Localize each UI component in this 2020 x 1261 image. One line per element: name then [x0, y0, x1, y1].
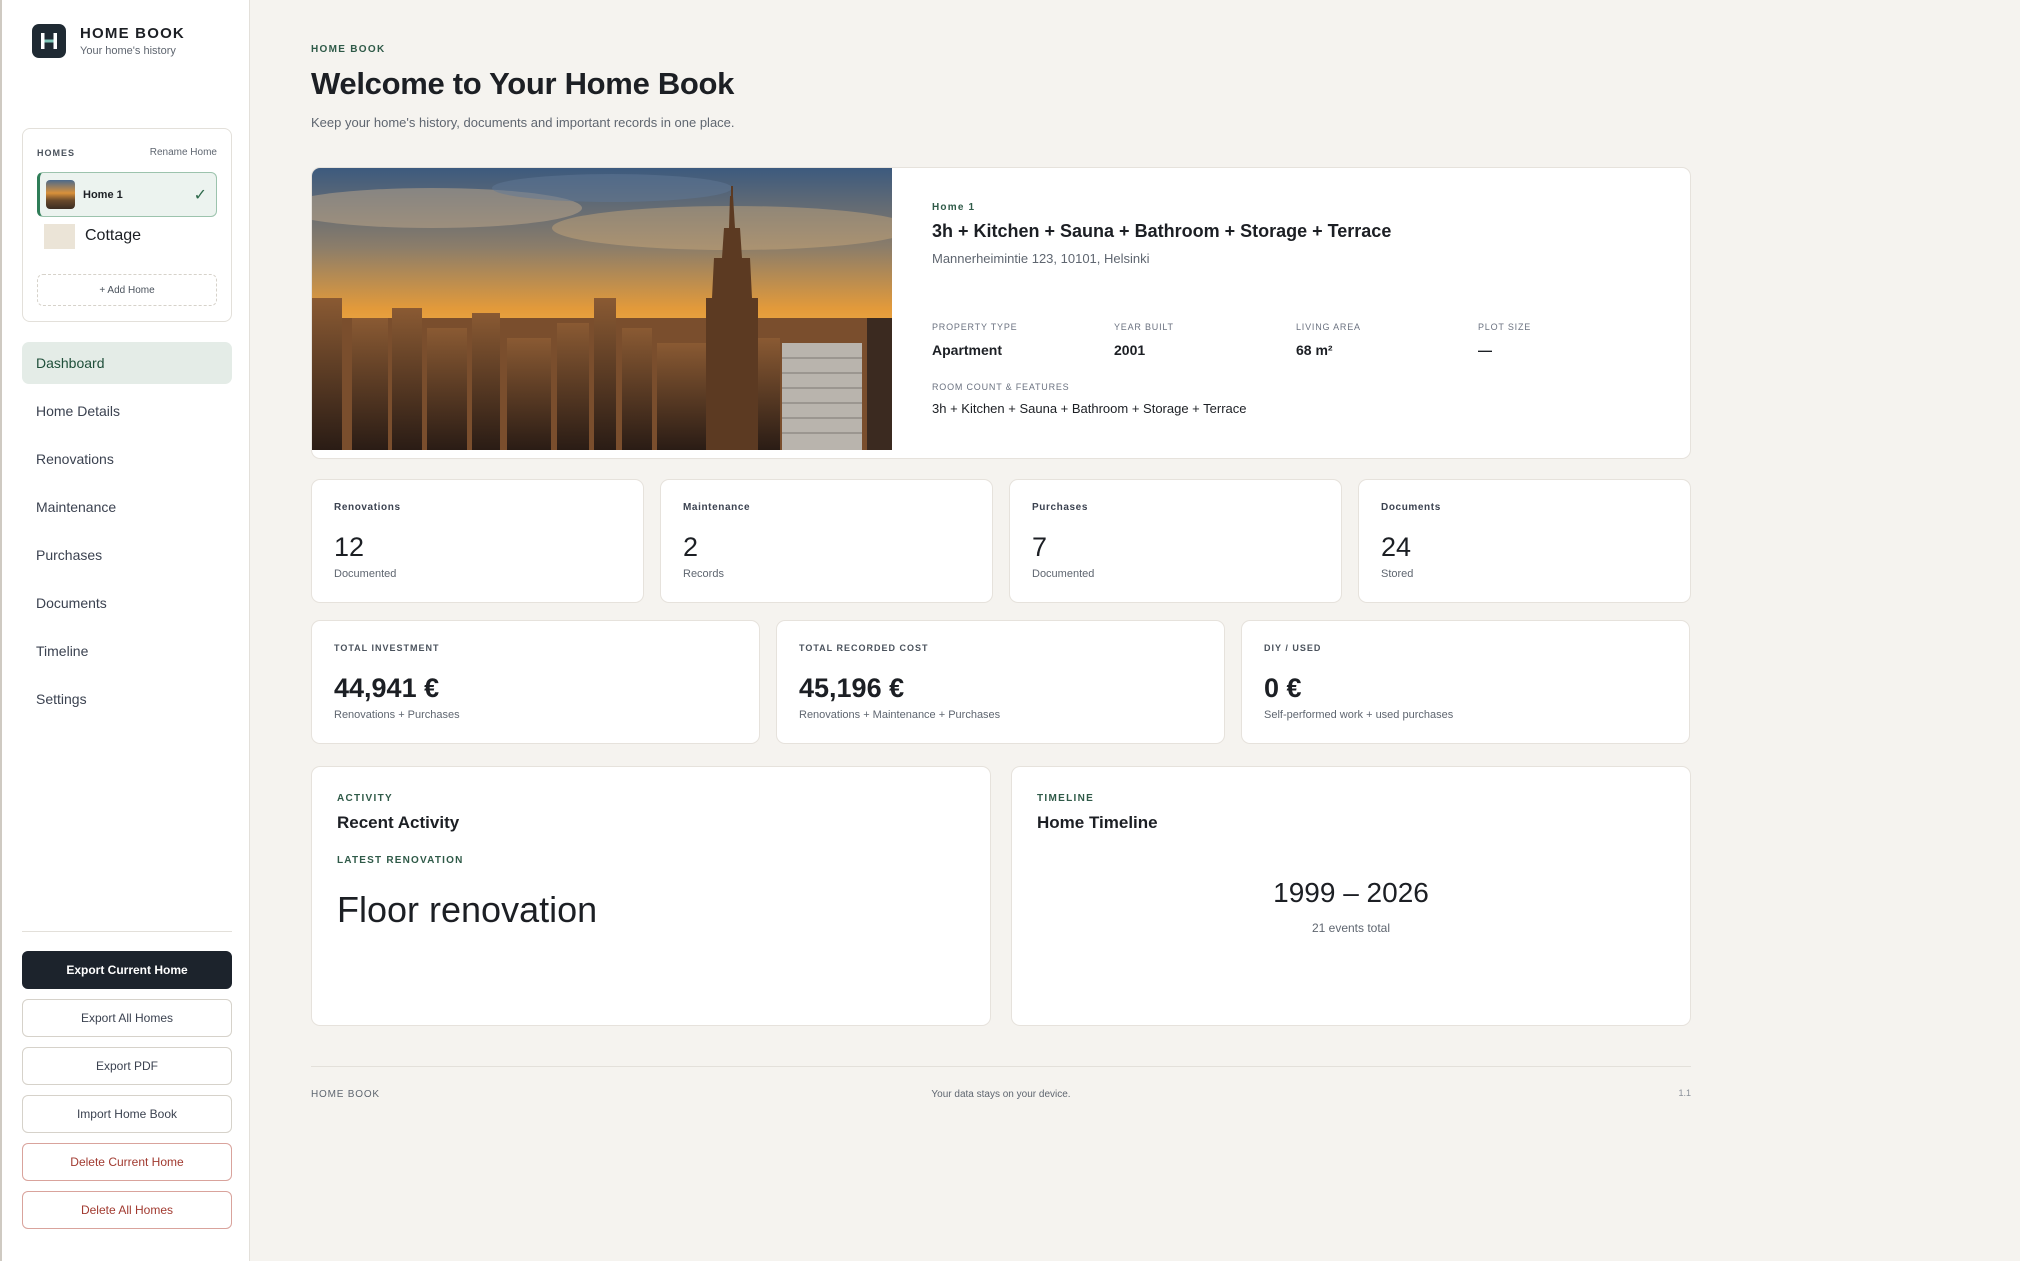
home-thumbnail	[46, 180, 75, 209]
check-icon: ✓	[193, 187, 207, 204]
brand-title: HOME BOOK	[80, 25, 185, 42]
stat-label: Purchases	[1032, 502, 1088, 513]
stat-card-documents[interactable]: Documents 24 Stored	[1358, 479, 1691, 603]
home-timeline-panel[interactable]: TIMELINE Home Timeline 1999 – 2026 21 ev…	[1011, 766, 1691, 1026]
stat-label: Documents	[1381, 502, 1441, 513]
home-overview-card: Home 1 3h + Kitchen + Sauna + Bathroom +…	[311, 167, 1691, 459]
main-nav: Dashboard Home Details Renovations Maint…	[22, 342, 232, 726]
footer-version: 1.1	[1678, 1088, 1691, 1098]
delete-current-home-button[interactable]: Delete Current Home	[22, 1143, 232, 1181]
recent-activity-panel[interactable]: ACTIVITY Recent Activity LATEST RENOVATI…	[311, 766, 991, 1026]
home-tag: Home 1	[932, 202, 976, 213]
home-name: Cottage	[85, 227, 142, 244]
total-investment-card: TOTAL INVESTMENT 44,941 € Renovations + …	[311, 620, 760, 744]
fact-value: 68 m²	[1296, 342, 1333, 358]
stat-caption: Records	[683, 568, 724, 580]
add-home-button[interactable]: + Add Home	[37, 274, 217, 306]
fact-value: 2001	[1114, 342, 1146, 358]
nav-item-settings[interactable]: Settings	[22, 678, 232, 720]
home-name: Home 1	[83, 188, 123, 201]
home-address: Mannerheimintie 123, 10101, Helsinki	[932, 251, 1150, 266]
stat-card-maintenance[interactable]: Maintenance 2 Records	[660, 479, 993, 603]
nav-item-purchases[interactable]: Purchases	[22, 534, 232, 576]
home-facts: PROPERTY TYPE Apartment YEAR BUILT 2001 …	[932, 322, 1660, 358]
stat-label: Renovations	[334, 502, 401, 513]
home-photo	[312, 168, 892, 450]
nav-item-timeline[interactable]: Timeline	[22, 630, 232, 672]
fact-plot-size: PLOT SIZE —	[1478, 322, 1660, 358]
page-eyebrow: HOME BOOK	[311, 44, 386, 55]
fact-property-type: PROPERTY TYPE Apartment	[932, 322, 1114, 358]
nav-item-renovations[interactable]: Renovations	[22, 438, 232, 480]
nav-item-dashboard[interactable]: Dashboard	[22, 342, 232, 384]
activity-eyebrow: ACTIVITY	[337, 793, 393, 804]
timeline-event-count: 21 events total	[1311, 921, 1391, 935]
delete-all-homes-button[interactable]: Delete All Homes	[22, 1191, 232, 1229]
fact-value: Apartment	[932, 342, 1003, 358]
stat-caption: Stored	[1381, 568, 1414, 580]
city-skyline-photo-icon	[312, 168, 892, 450]
home-item-home-1[interactable]: Home 1 ✓	[37, 172, 217, 217]
fact-label: YEAR BUILT	[1114, 322, 1174, 332]
homes-label: HOMES	[37, 147, 76, 158]
stat-caption: Documented	[334, 568, 397, 580]
fact-year-built: YEAR BUILT 2001	[1114, 322, 1296, 358]
fact-label: PROPERTY TYPE	[932, 322, 1018, 332]
stat-card-purchases[interactable]: Purchases 7 Documented	[1009, 479, 1342, 603]
page-title: Welcome to Your Home Book	[311, 66, 735, 101]
stat-label: Maintenance	[683, 502, 751, 513]
money-label: TOTAL RECORDED COST	[799, 643, 929, 653]
rename-home-link[interactable]: Rename Home	[150, 147, 217, 158]
fact-label: LIVING AREA	[1296, 322, 1361, 332]
money-value: 45,196 €	[799, 673, 905, 703]
export-all-homes-button[interactable]: Export All Homes	[22, 999, 232, 1037]
data-actions: Export Current Home Export All Homes Exp…	[22, 951, 232, 1239]
money-caption: Renovations + Purchases	[334, 709, 460, 721]
timeline-range: 1999 – 2026	[1273, 877, 1429, 908]
stat-value: 7	[1032, 532, 1048, 562]
money-label: DIY / USED	[1264, 643, 1322, 653]
features-label: ROOM COUNT & FEATURES	[932, 382, 1070, 392]
nav-item-home-details[interactable]: Home Details	[22, 390, 232, 432]
timeline-title: Home Timeline	[1037, 813, 1158, 832]
fact-label: PLOT SIZE	[1478, 322, 1532, 332]
home-item-cottage[interactable]: Cottage	[37, 219, 217, 253]
home-title: 3h + Kitchen + Sauna + Bathroom + Storag…	[932, 221, 1392, 241]
total-recorded-cost-card: TOTAL RECORDED COST 45,196 € Renovations…	[776, 620, 1225, 744]
stat-caption: Documented	[1032, 568, 1095, 580]
import-home-book-button[interactable]: Import Home Book	[22, 1095, 232, 1133]
latest-renovation-value: Floor renovation	[337, 889, 598, 930]
money-value: 44,941 €	[334, 673, 440, 703]
footer-divider	[311, 1066, 1691, 1067]
money-label: TOTAL INVESTMENT	[334, 643, 440, 653]
page-subtitle: Keep your home's history, documents and …	[311, 115, 735, 130]
money-value: 0 €	[1264, 673, 1302, 703]
export-current-home-button[interactable]: Export Current Home	[22, 951, 232, 989]
stat-value: 24	[1381, 532, 1412, 562]
money-caption: Self-performed work + used purchases	[1264, 709, 1454, 721]
diy-used-card: DIY / USED 0 € Self-performed work + use…	[1241, 620, 1690, 744]
export-pdf-button[interactable]: Export PDF	[22, 1047, 232, 1085]
fact-living-area: LIVING AREA 68 m²	[1296, 322, 1478, 358]
nav-item-maintenance[interactable]: Maintenance	[22, 486, 232, 528]
home-thumbnail-placeholder	[44, 223, 75, 249]
footer-privacy-note: Your data stays on your device.	[931, 1089, 1071, 1100]
timeline-eyebrow: TIMELINE	[1037, 793, 1095, 804]
nav-item-documents[interactable]: Documents	[22, 582, 232, 624]
sidebar: HOME BOOK Your home's history HOMES Rena…	[0, 0, 250, 1261]
brand[interactable]: HOME BOOK Your home's history	[32, 24, 185, 58]
latest-renovation-label: LATEST RENOVATION	[337, 855, 464, 866]
homes-switcher: HOMES Rename Home Home 1 ✓ Cottage + Add…	[22, 128, 232, 322]
features-value: 3h + Kitchen + Sauna + Bathroom + Storag…	[932, 401, 1247, 416]
stat-value: 12	[334, 532, 365, 562]
money-caption: Renovations + Maintenance + Purchases	[799, 709, 1001, 721]
home-book-logo-icon	[32, 24, 66, 58]
fact-value: —	[1478, 342, 1492, 358]
stat-value: 2	[683, 532, 699, 562]
brand-subtitle: Your home's history	[80, 45, 176, 57]
stat-card-renovations[interactable]: Renovations 12 Documented	[311, 479, 644, 603]
sidebar-divider	[22, 931, 232, 932]
activity-title: Recent Activity	[337, 813, 460, 832]
